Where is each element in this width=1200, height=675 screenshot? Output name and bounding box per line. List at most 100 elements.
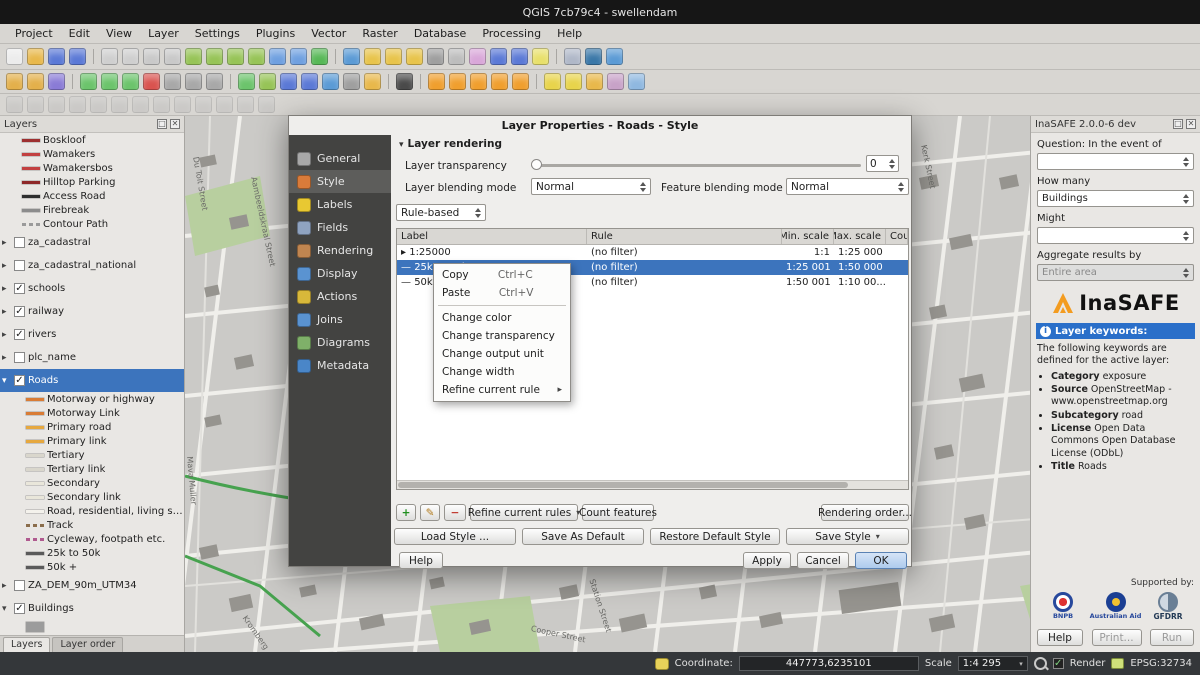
layer-visibility-checkbox[interactable]: [14, 283, 25, 294]
layer-item[interactable]: Boskloof: [0, 133, 184, 147]
ok-button[interactable]: OK: [855, 552, 907, 569]
expander-icon[interactable]: [2, 376, 11, 386]
layer-visibility-checkbox[interactable]: [14, 329, 25, 340]
pan-map-icon[interactable]: [101, 48, 118, 65]
menu-item[interactable]: Database: [407, 25, 474, 42]
show-bookmarks-icon[interactable]: [511, 48, 528, 65]
layer-visibility-checkbox[interactable]: [14, 352, 25, 363]
menu-item[interactable]: View: [99, 25, 139, 42]
dialog-sidebar-item[interactable]: Metadata: [289, 354, 391, 377]
dialog-sidebar-item[interactable]: Diagrams: [289, 331, 391, 354]
osm-search-icon[interactable]: [396, 73, 413, 90]
layer-item[interactable]: Secondary link: [0, 490, 184, 504]
layer-item[interactable]: Motorway Link: [0, 406, 184, 420]
save-as-default-button[interactable]: Save As Default: [522, 528, 644, 545]
menu-item[interactable]: Edit: [62, 25, 97, 42]
menu-item[interactable]: Processing: [475, 25, 548, 42]
coordinate-input[interactable]: 447773,6235101: [739, 656, 919, 671]
layer-visibility-checkbox[interactable]: [14, 237, 25, 248]
transparency-slider[interactable]: [531, 158, 861, 172]
layer-visibility-checkbox[interactable]: [14, 603, 25, 614]
inasafe-help-button[interactable]: Help: [1037, 629, 1083, 646]
menu-item[interactable]: Raster: [355, 25, 404, 42]
layer-item[interactable]: Access Road: [0, 189, 184, 203]
layer-item[interactable]: za_cadastral: [0, 231, 184, 254]
add-vector-layer-icon[interactable]: [238, 73, 255, 90]
layer-item[interactable]: schools: [0, 277, 184, 300]
rule-expander-icon[interactable]: [401, 277, 414, 288]
copy-features-icon[interactable]: [185, 73, 202, 90]
context-menu-item[interactable]: Change color: [434, 309, 570, 327]
help-contents-icon[interactable]: [606, 48, 623, 65]
exposure-combo[interactable]: Buildings: [1037, 190, 1194, 207]
renderer-type-combo[interactable]: Rule-based: [396, 204, 486, 221]
inasafe-minimum-needs-icon[interactable]: [491, 73, 508, 90]
cancel-button[interactable]: Cancel: [797, 552, 849, 569]
function-combo[interactable]: [1037, 227, 1194, 244]
deselect-all-icon[interactable]: [406, 48, 423, 65]
layer-item[interactable]: Primary road: [0, 420, 184, 434]
render-checkbox[interactable]: ✓: [1053, 658, 1064, 669]
open-project-icon[interactable]: [27, 48, 44, 65]
add-wms-layer-icon[interactable]: [322, 73, 339, 90]
context-menu-item[interactable]: Change width: [434, 363, 570, 381]
select-by-expression-icon[interactable]: [385, 48, 402, 65]
context-menu-item[interactable]: Refine current rule ▸: [434, 381, 570, 399]
measure-icon[interactable]: [448, 48, 465, 65]
slider-handle[interactable]: [531, 159, 542, 170]
inasafe-print-button[interactable]: Print...: [1092, 629, 1142, 646]
aggregation-combo[interactable]: Entire area: [1037, 264, 1194, 281]
layer-item[interactable]: railway: [0, 300, 184, 323]
zoom-full-icon[interactable]: [206, 48, 223, 65]
new-bookmark-icon[interactable]: [490, 48, 507, 65]
layer-item[interactable]: [0, 620, 184, 634]
rule-expander-icon[interactable]: [401, 262, 414, 273]
layer-item[interactable]: Cycleway, footpath etc.: [0, 532, 184, 546]
transparency-spinbox[interactable]: 0: [866, 155, 899, 172]
dialog-sidebar-item[interactable]: Fields: [289, 216, 391, 239]
context-menu-item[interactable]: Change output unit: [434, 345, 570, 363]
layer-item[interactable]: Roads: [0, 369, 184, 392]
attribute-table-icon[interactable]: [427, 48, 444, 65]
menu-item[interactable]: Help: [550, 25, 589, 42]
dialog-sidebar-item[interactable]: Style: [289, 170, 391, 193]
dock-icon[interactable]: □: [157, 119, 167, 129]
log-messages-icon[interactable]: [655, 658, 669, 670]
layer-item[interactable]: Road, residential, living street, ...: [0, 504, 184, 518]
refresh-icon[interactable]: [311, 48, 328, 65]
zoom-to-layer-icon[interactable]: [248, 48, 265, 65]
expander-icon[interactable]: [2, 238, 11, 248]
rule-row[interactable]: 1:25000 (no filter) 1:1 1:25 000: [397, 245, 908, 260]
node-tool-icon[interactable]: [122, 73, 139, 90]
paste-features-icon[interactable]: [206, 73, 223, 90]
horizontal-scrollbar[interactable]: [397, 480, 908, 489]
spinner-arrows-icon[interactable]: [885, 159, 895, 169]
load-style-button[interactable]: Load Style ...: [394, 528, 516, 545]
layer-rendering-group[interactable]: ▾Layer rendering: [399, 138, 502, 150]
labeling-icon[interactable]: [544, 73, 561, 90]
rendering-order-button[interactable]: Rendering order...: [821, 504, 909, 521]
add-postgis-layer-icon[interactable]: [280, 73, 297, 90]
epsg-label[interactable]: EPSG:32734: [1130, 658, 1192, 669]
hazard-combo[interactable]: [1037, 153, 1194, 170]
dialog-sidebar-item[interactable]: Labels: [289, 193, 391, 216]
zoom-last-icon[interactable]: [269, 48, 286, 65]
python-console-icon[interactable]: [585, 48, 602, 65]
identify-icon[interactable]: [343, 48, 360, 65]
rule-expander-icon[interactable]: [401, 247, 409, 258]
add-rule-button[interactable]: +: [396, 504, 416, 521]
layer-item[interactable]: 25k to 50k: [0, 546, 184, 560]
refine-current-rules-button[interactable]: Refine current rules▾: [470, 504, 578, 521]
expander-icon[interactable]: [2, 604, 11, 614]
expander-icon[interactable]: [2, 284, 11, 294]
inasafe-impact-merge-icon[interactable]: [512, 73, 529, 90]
layer-item[interactable]: Track: [0, 518, 184, 532]
layer-item[interactable]: Firebreak: [0, 203, 184, 217]
layer-labeling-options-icon[interactable]: [565, 73, 582, 90]
column-header[interactable]: Min. scale: [782, 229, 834, 244]
expander-icon[interactable]: [2, 307, 11, 317]
layer-item[interactable]: plc_name: [0, 346, 184, 369]
inasafe-keywords-icon[interactable]: [449, 73, 466, 90]
layer-blending-combo[interactable]: Normal: [531, 178, 651, 195]
magnifier-icon[interactable]: [1034, 657, 1047, 670]
